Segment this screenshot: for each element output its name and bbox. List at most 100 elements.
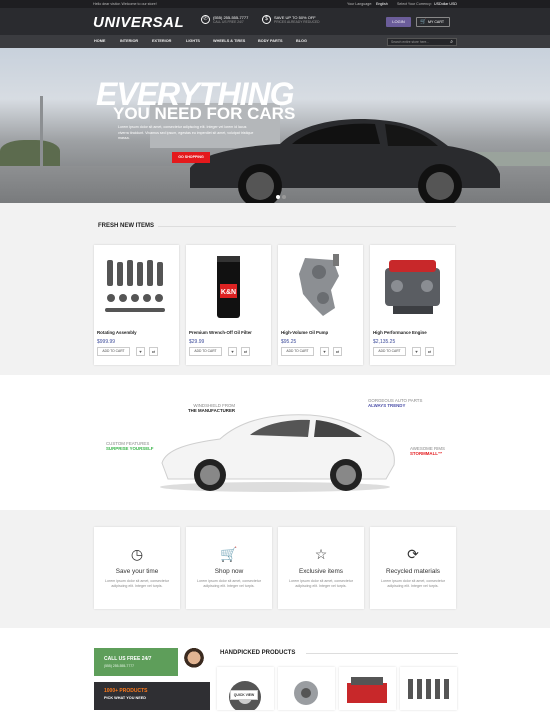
hero-subheadline: YOU NEED FOR CARS [113,104,296,123]
product-image-gear[interactable] [217,667,274,713]
nav-lights[interactable]: LIGHTS [186,39,200,43]
compare-icon[interactable]: ⇄ [333,347,342,356]
cart-button[interactable]: 🛒 MY CART [416,17,450,27]
feature-desc: Lorem ipsum dolor sit amet, consectetur … [197,579,261,589]
save-sub: PRICES ALREADY REDUCED [274,20,320,24]
products-banner-sub: PICK WHAT YOU NEED [104,696,147,700]
nav-body-parts[interactable]: BODY PARTS [258,39,283,43]
cart-icon: 🛒 [420,19,427,25]
promo-autoparts-line2: ALWAYS TRENDY [368,403,406,409]
product-card[interactable]: High Performance Engine $2,135.25 ADD TO… [370,245,455,365]
bottom-section [0,628,550,710]
handpicked-product-card[interactable] [400,667,457,710]
product-image-engine[interactable] [375,250,450,325]
logo[interactable]: UNIVERSAL [93,14,184,31]
cart-label: MY CART [428,20,445,24]
promo-rims: AWESOME RIMS STORMMALL™ [410,446,445,457]
svg-text:K&N: K&N [221,289,236,296]
product-name[interactable]: High-Volume Oil Pump [281,330,328,335]
fresh-items-section [0,203,550,375]
refresh-icon: ⟳ [407,546,419,562]
product-image-turbo[interactable] [278,667,335,710]
feature-title: Exclusive items [298,568,344,575]
feature-desc: Lorem ipsum dolor sit amet, consectetur … [381,579,445,589]
compare-icon[interactable]: ⇄ [425,347,434,356]
language-label: Your Language: [347,2,373,6]
product-image-oil-filter[interactable]: K&N [191,250,266,325]
feature-card: ☆ Exclusive items Lorem ipsum dolor sit … [278,527,364,609]
product-price: $999.99 [97,339,116,345]
add-to-cart-button[interactable]: ADD TO CART [97,347,130,356]
products-banner-title: 1000+ PRODUCTS [104,688,148,694]
product-image-pistons[interactable] [400,667,457,710]
divider [158,226,456,227]
call-us-phone: (555) 255-555-7777 [104,664,134,668]
promo-windshield-line2: THE MANUFACTURER [188,408,236,414]
hero-text: Lorem ipsum dolor sit amet, consectetur … [118,125,254,140]
product-image-oil-pump[interactable] [283,250,358,325]
compare-icon[interactable]: ⇄ [149,347,158,356]
login-button[interactable]: LOGIN [386,17,411,27]
nav-interior[interactable]: INTERIOR [120,39,138,43]
products-banner[interactable]: 1000+ PRODUCTS PICK WHAT YOU NEED [94,682,210,710]
handpicked-product-card[interactable] [339,667,396,710]
wishlist-icon[interactable]: ♥ [412,347,421,356]
hero-slider: EVERYTHING YOU NEED FOR CARS Lorem ipsum… [0,48,550,203]
add-to-cart-button[interactable]: ADD TO CART [281,347,314,356]
search-placeholder: Search entire store here... [391,40,430,44]
hero-bg-pole [40,96,43,176]
search-icon[interactable]: ⌕ [450,39,453,45]
phone-info: (555) 255-555-7777 CALL US FREE 24/7 [213,15,248,25]
save-info: SAVE UP TO 50% OFF PRICES ALREADY REDUCE… [274,15,320,25]
call-us-title: CALL US FREE 24/7 [104,656,152,662]
nav-exterior[interactable]: EXTERIOR [152,39,171,43]
product-card[interactable]: K&N Premium Wrench-Off Oil Filter $29.99… [186,245,271,365]
feature-card: ◷ Save your time Lorem ipsum dolor sit a… [94,527,180,609]
slider-dot-active[interactable] [276,195,280,199]
promo-autoparts: GORGEOUS AUTO PARTS ALWAYS TRENDY [368,398,422,409]
search-input[interactable]: Search entire store here... ⌕ [387,38,457,46]
product-image-rotating-assembly[interactable] [99,250,174,325]
add-to-cart-button[interactable]: ADD TO CART [373,347,406,356]
welcome-text: Hello dear visitor. Welcome to our store… [93,2,157,6]
feature-card: 🛒 Shop now Lorem ipsum dolor sit amet, c… [186,527,272,609]
product-card[interactable]: High-Volume Oil Pump $95.25 ADD TO CART … [278,245,363,365]
product-price: $95.25 [281,339,297,345]
product-card[interactable]: Rotating Assembly $999.99 ADD TO CART ♥ … [94,245,179,365]
phone-sub: CALL US FREE 24/7 [213,20,244,24]
top-bar: Hello dear visitor. Welcome to our store… [0,0,550,8]
quick-view-button[interactable]: QUICK VIEW [230,690,258,700]
product-name[interactable]: High Performance Engine [373,330,427,335]
wishlist-icon[interactable]: ♥ [228,347,237,356]
feature-title: Shop now [214,568,244,575]
language-select[interactable]: English [376,2,388,6]
product-price: $29.99 [189,339,205,345]
feature-card: ⟳ Recycled materials Lorem ipsum dolor s… [370,527,456,609]
promo-rims-line2: STORMMALL™ [410,451,443,457]
product-name[interactable]: Rotating Assembly [97,330,137,335]
hero-bg-trees [0,140,60,168]
wishlist-icon[interactable]: ♥ [136,347,145,356]
go-shopping-button[interactable]: GO SHOPPING [172,152,210,163]
wishlist-icon[interactable]: ♥ [320,347,329,356]
compare-icon[interactable]: ⇄ [241,347,250,356]
product-name[interactable]: Premium Wrench-Off Oil Filter [189,330,252,335]
phone-icon: ✆ [201,15,210,24]
feature-desc: Lorem ipsum dolor sit amet, consectetur … [105,579,169,589]
cart-icon: 🛒 [220,546,238,562]
feature-desc: Lorem ipsum dolor sit amet, consectetur … [289,579,353,589]
currency-select[interactable]: USDollar USD [434,2,457,6]
nav-wheels-tires[interactable]: WHEELS & TIRES [213,39,245,43]
product-price: $2,135.25 [373,339,396,345]
features-section [0,510,550,628]
star-icon: ☆ [314,546,328,562]
nav-blog[interactable]: BLOG [296,39,307,43]
add-to-cart-button[interactable]: ADD TO CART [189,347,222,356]
white-car-image [160,414,395,492]
handpicked-product-card[interactable] [278,667,335,710]
handpicked-product-card[interactable] [217,667,274,713]
currency-label: Select Your Currency: [397,2,432,6]
slider-dot[interactable] [282,195,286,199]
product-image-engine-block[interactable] [339,667,396,710]
nav-home[interactable]: HOME [94,39,105,43]
